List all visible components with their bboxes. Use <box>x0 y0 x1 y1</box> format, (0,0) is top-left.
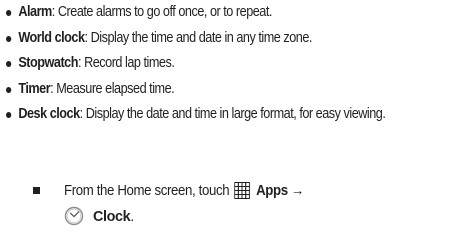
feature-term: Timer <box>18 80 51 97</box>
list-item: Stopwatch: Record lap times. <box>6 51 416 77</box>
square-bullet-icon <box>33 187 40 194</box>
feature-description: : Measure elapsed time. <box>50 80 175 97</box>
step-line-1: From the Home screen, touch Apps → <box>64 179 304 204</box>
clock-label: Clock <box>93 209 131 225</box>
bullet-icon <box>6 35 12 42</box>
feature-term: Alarm <box>18 4 52 20</box>
feature-term: Desk clock <box>18 106 80 123</box>
feature-description: : Create alarms to go off once, or to re… <box>51 4 273 20</box>
feature-list: Alarm: Create alarms to go off once, or … <box>6 0 472 128</box>
bullet-icon <box>6 86 12 93</box>
bullet-icon <box>6 10 12 16</box>
bullet-icon <box>6 61 12 68</box>
clock-icon <box>64 206 84 226</box>
feature-term: Stopwatch <box>18 55 78 72</box>
apps-grid-icon <box>234 182 250 199</box>
feature-description: : Display the date and time in large for… <box>79 106 386 123</box>
step-end: . <box>130 209 134 225</box>
step-prefix: From the Home screen, touch <box>64 183 230 199</box>
list-item: World clock: Display the time and date i… <box>6 26 416 52</box>
list-item: Desk clock: Display the date and time in… <box>6 102 474 128</box>
arrow-icon: → <box>291 183 304 199</box>
list-item: Timer: Measure elapsed time. <box>6 77 416 103</box>
feature-description: : Record lap times. <box>77 55 175 72</box>
bullet-icon <box>6 112 12 119</box>
document-page: Alarm: Create alarms to go off once, or … <box>0 0 474 247</box>
step-line-2: Clock. <box>64 205 134 230</box>
list-item: Alarm: Create alarms to go off once, or … <box>6 0 416 26</box>
apps-label: Apps <box>256 183 288 199</box>
feature-term: World clock <box>18 29 85 46</box>
feature-description: : Display the time and date in any time … <box>84 29 313 46</box>
